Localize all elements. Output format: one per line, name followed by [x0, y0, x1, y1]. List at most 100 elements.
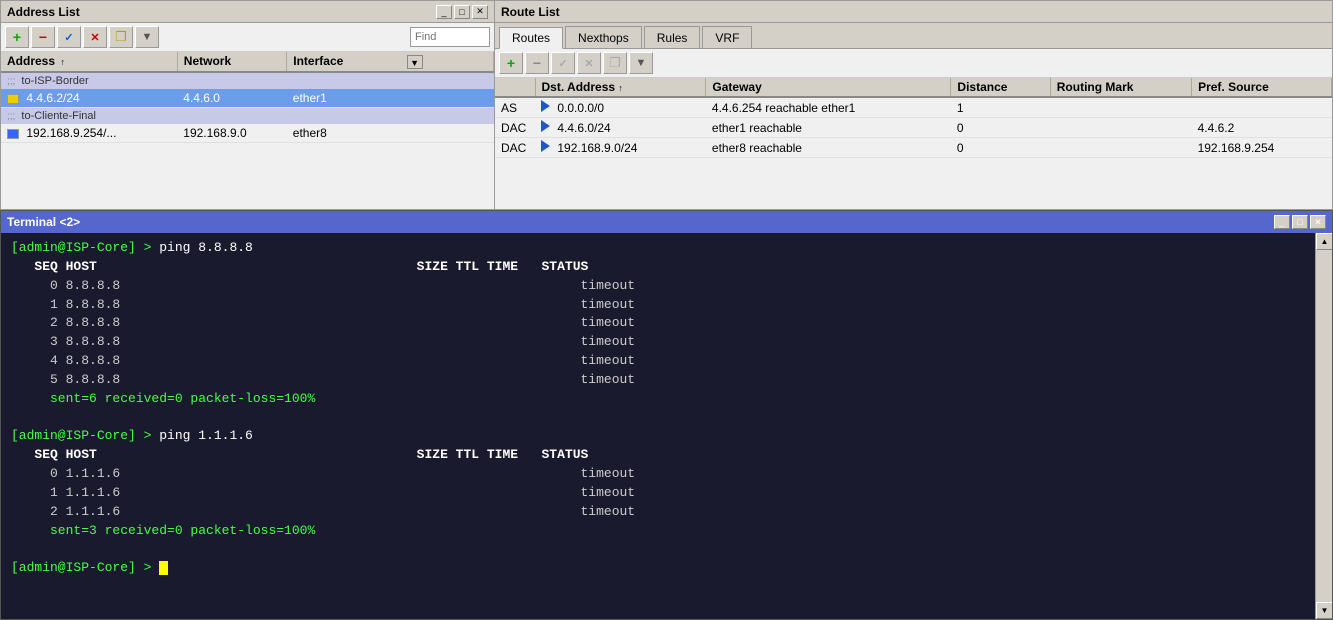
terminal-cursor	[159, 561, 168, 575]
terminal-scrollbar: ▲ ▼	[1315, 233, 1332, 619]
tab-vrf[interactable]: VRF	[702, 26, 752, 48]
address-group-isp: ;;; to-ISP-Border	[1, 72, 494, 89]
terminal-titlebar-controls: _ □ ✕	[1274, 215, 1326, 229]
ping-header: SEQ HOST SIZE TTL TIME STATUS	[11, 447, 588, 462]
terminal-blank	[11, 409, 1305, 428]
tab-nexthops[interactable]: Nexthops	[565, 26, 642, 48]
ping-header: SEQ HOST SIZE TTL TIME STATUS	[11, 259, 588, 274]
route-distance-cell: 0	[951, 138, 1050, 158]
route-panel-title: Route List	[501, 5, 560, 19]
route-mark-cell	[1050, 138, 1191, 158]
route-table-container: Dst. Address ↑ Gateway Distance Routing …	[495, 78, 1332, 209]
cancel-route-button[interactable]: ✕	[577, 52, 601, 74]
address-find-input[interactable]	[410, 27, 490, 47]
copy-route-icon: ❐	[609, 55, 621, 71]
copy-address-button[interactable]: ❐	[109, 26, 133, 48]
distance-col: Distance	[951, 78, 1050, 97]
maximize-icon: □	[1297, 217, 1302, 227]
terminal-line: 1 8.8.8.8 timeout	[11, 296, 1305, 315]
table-row[interactable]: 4.4.6.2/24 4.4.6.0 ether1	[1, 89, 494, 108]
address-table-container: Address ↑ Network Interface ▼	[1, 52, 494, 209]
x-route-icon: ✕	[584, 57, 593, 70]
route-dst-cell: 0.0.0.0/0	[535, 97, 706, 118]
address-panel: Address List _ □ ✕ +	[0, 0, 495, 210]
route-distance-cell: 1	[951, 97, 1050, 118]
route-mark-cell	[1050, 118, 1191, 138]
route-gateway-cell: 4.4.6.254 reachable ether1	[706, 97, 951, 118]
x-icon: ✕	[90, 31, 99, 44]
terminal-prompt-final: [admin@ISP-Core] >	[11, 560, 159, 575]
terminal-body[interactable]: [admin@ISP-Core] > ping 8.8.8.8 SEQ HOST…	[1, 233, 1315, 619]
terminal-minimize-button[interactable]: _	[1274, 215, 1290, 229]
table-row[interactable]: DAC 4.4.6.0/24 ether1 reachable 0 4.4.6.…	[495, 118, 1332, 138]
terminal-line: 4 8.8.8.8 timeout	[11, 352, 1305, 371]
terminal-prompt: [admin@ISP-Core] >	[11, 240, 159, 255]
check-icon: ✓	[64, 31, 73, 44]
route-dst-cell: 4.4.6.0/24	[535, 118, 706, 138]
remove-icon: −	[39, 29, 47, 45]
route-gateway-cell: ether8 reachable	[706, 138, 951, 158]
filter-route-button[interactable]: ▼	[629, 52, 653, 74]
remove-route-button[interactable]: −	[525, 52, 549, 74]
terminal-panel: Terminal <2> _ □ ✕ [admin@ISP-Core	[0, 210, 1333, 620]
address-titlebar: Address List _ □ ✕	[1, 1, 494, 23]
address-minimize-button[interactable]: _	[436, 5, 452, 19]
route-mark-cell	[1050, 97, 1191, 118]
route-flag-icon	[541, 100, 550, 112]
remove-address-button[interactable]: −	[31, 26, 55, 48]
add-address-button[interactable]: +	[5, 26, 29, 48]
route-toolbar: + − ✓ ✕ ❐ ▼	[495, 49, 1332, 78]
check-address-button[interactable]: ✓	[57, 26, 81, 48]
terminal-line: 2 8.8.8.8 timeout	[11, 314, 1305, 333]
route-flag-icon	[541, 120, 550, 132]
route-pref-cell: 192.168.9.254	[1192, 138, 1332, 158]
route-distance-cell: 0	[951, 118, 1050, 138]
filter-address-button[interactable]: ▼	[135, 26, 159, 48]
add-route-icon: +	[507, 55, 515, 71]
terminal-line: 0 8.8.8.8 timeout	[11, 277, 1305, 296]
address-close-button[interactable]: ✕	[472, 5, 488, 19]
terminal-blank	[11, 541, 1305, 560]
terminal-line: [admin@ISP-Core] > ping 8.8.8.8	[11, 239, 1305, 258]
network-col-header: Network	[177, 52, 286, 72]
column-menu-btn[interactable]: ▼	[407, 55, 423, 69]
table-row[interactable]: 192.168.9.254/... 192.168.9.0 ether8	[1, 124, 494, 143]
scroll-down-button[interactable]: ▼	[1316, 602, 1332, 619]
scroll-up-button[interactable]: ▲	[1316, 233, 1332, 250]
scroll-track[interactable]	[1316, 250, 1332, 602]
terminal-line: SEQ HOST SIZE TTL TIME STATUS	[11, 258, 1305, 277]
check-route-button[interactable]: ✓	[551, 52, 575, 74]
tab-routes[interactable]: Routes	[499, 27, 563, 49]
table-row[interactable]: DAC 192.168.9.0/24 ether8 reachable 0 19…	[495, 138, 1332, 158]
address-maximize-button[interactable]: □	[454, 5, 470, 19]
terminal-line: 5 8.8.8.8 timeout	[11, 371, 1305, 390]
close-icon: ✕	[1314, 217, 1322, 228]
copy-route-button[interactable]: ❐	[603, 52, 627, 74]
route-gateway-cell: ether1 reachable	[706, 118, 951, 138]
filter-route-icon: ▼	[636, 57, 647, 69]
pref-source-col: Pref. Source	[1192, 78, 1332, 97]
top-area: Address List _ □ ✕ +	[0, 0, 1333, 210]
add-route-button[interactable]: +	[499, 52, 523, 74]
route-tabs-bar: Routes Nexthops Rules VRF	[495, 23, 1332, 49]
check-route-icon: ✓	[558, 57, 567, 70]
bottom-panel: Terminal <2> _ □ ✕ [admin@ISP-Core	[0, 210, 1333, 620]
cancel-address-button[interactable]: ✕	[83, 26, 107, 48]
tab-rules[interactable]: Rules	[644, 26, 701, 48]
address-status-icon	[7, 94, 19, 104]
terminal-titlebar: Terminal <2> _ □ ✕	[1, 211, 1332, 233]
add-icon: +	[13, 29, 21, 45]
main-layout: Address List _ □ ✕ +	[0, 0, 1333, 620]
terminal-line: 0 1.1.1.6 timeout	[11, 465, 1305, 484]
terminal-maximize-button[interactable]: □	[1292, 215, 1308, 229]
terminal-line: sent=6 received=0 packet-loss=100%	[11, 390, 1305, 409]
address-status-icon2	[7, 129, 19, 139]
table-row[interactable]: AS 0.0.0.0/0 4.4.6.254 reachable ether1 …	[495, 97, 1332, 118]
close-icon: ✕	[476, 6, 484, 17]
terminal-close-button[interactable]: ✕	[1310, 215, 1326, 229]
group-dots-icon2: ;;;	[7, 111, 15, 122]
terminal-line-cursor: [admin@ISP-Core] >	[11, 559, 1305, 578]
address-titlebar-controls: _ □ ✕	[436, 5, 488, 19]
interface-col-header: Interface ▼	[287, 52, 494, 72]
address-toolbar: + − ✓ ✕ ❐ ▼	[1, 23, 494, 52]
